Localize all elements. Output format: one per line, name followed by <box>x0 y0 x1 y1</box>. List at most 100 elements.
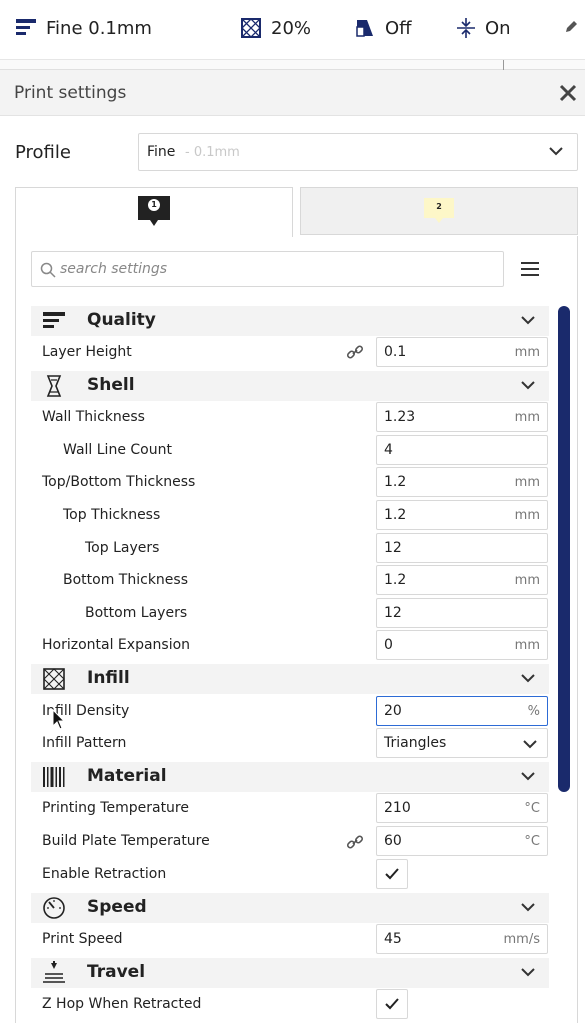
print-speed-field[interactable]: 45 mm/s <box>376 924 548 954</box>
setting-label-top-bottom-thickness: Top/Bottom Thickness <box>42 474 196 490</box>
category-speed-title: Speed <box>87 897 147 917</box>
print-speed-value: 45 <box>384 931 402 947</box>
print-settings-header: Print settings <box>0 70 585 116</box>
search-field[interactable] <box>31 251 504 287</box>
close-icon[interactable] <box>557 82 579 104</box>
category-speed[interactable]: Speed <box>31 893 549 923</box>
support-selector[interactable]: Off <box>355 14 412 42</box>
chevron-down-icon <box>521 674 535 683</box>
setting-label-wall-thickness: Wall Thickness <box>42 409 145 425</box>
chevron-down-icon <box>521 968 535 977</box>
chevron-down-icon <box>549 147 563 156</box>
category-material-title: Material <box>87 766 167 786</box>
hamburger-menu-icon[interactable] <box>519 259 541 279</box>
infill-selector[interactable]: 20% <box>241 14 311 42</box>
top-thickness-unit: mm <box>514 508 540 523</box>
travel-icon <box>43 961 65 983</box>
shell-icon <box>46 375 62 397</box>
wall-thickness-value: 1.23 <box>384 409 416 425</box>
chevron-down-icon <box>521 772 535 781</box>
infill-density-value: 20 <box>384 703 402 719</box>
setting-label-bottom-layers: Bottom Layers <box>85 605 188 621</box>
print-speed-unit: mm/s <box>503 932 540 947</box>
chevron-down-icon <box>523 740 537 749</box>
wall-thickness-field[interactable]: 1.23 mm <box>376 402 548 432</box>
profile-dropdown[interactable]: Fine - 0.1mm <box>138 133 578 171</box>
quality-icon <box>16 19 36 35</box>
infill-icon <box>241 18 261 38</box>
top-layers-field[interactable]: 12 <box>376 533 548 563</box>
wall-thickness-unit: mm <box>514 410 540 425</box>
support-icon <box>356 20 373 37</box>
bottom-thickness-field[interactable]: 1.2 mm <box>376 565 548 595</box>
z-hop-checkbox[interactable] <box>376 989 408 1019</box>
setting-label-print-speed: Print Speed <box>42 931 123 947</box>
top-bottom-thickness-field[interactable]: 1.2 mm <box>376 467 548 497</box>
layer-height-field[interactable]: 0.1 mm <box>376 337 548 367</box>
bottom-layers-value: 12 <box>384 605 402 621</box>
panel-title: Print settings <box>14 83 127 103</box>
setting-label-layer-height: Layer Height <box>42 344 132 360</box>
profile-subtitle: - 0.1mm <box>185 145 240 160</box>
support-selector-label: Off <box>385 17 412 39</box>
top-bottom-thickness-unit: mm <box>514 475 540 490</box>
category-material[interactable]: Material <box>31 762 549 792</box>
bottom-thickness-unit: mm <box>514 573 540 588</box>
setting-label-enable-retraction: Enable Retraction <box>42 866 167 882</box>
profile-selector-label: Fine 0.1mm <box>46 17 152 39</box>
toolbar-divider-strip <box>0 60 585 70</box>
wall-line-count-value: 4 <box>384 442 393 458</box>
adhesion-icon <box>457 18 475 38</box>
profile-label: Profile <box>15 142 71 163</box>
printing-temperature-value: 210 <box>384 800 411 816</box>
chevron-down-icon <box>521 316 535 325</box>
extruder-2-badge: 2 <box>422 196 456 224</box>
build-plate-temperature-unit: °C <box>524 834 540 849</box>
print-setup-toolbar: Fine 0.1mm 20% Off On <box>0 0 585 60</box>
link-icon <box>346 835 364 849</box>
top-bottom-thickness-value: 1.2 <box>384 474 407 490</box>
chevron-down-icon <box>521 381 535 390</box>
build-plate-temperature-field[interactable]: 60 °C <box>376 826 548 856</box>
setting-label-z-hop: Z Hop When Retracted <box>42 996 202 1012</box>
setting-label-wall-line-count: Wall Line Count <box>63 442 172 458</box>
bottom-thickness-value: 1.2 <box>384 572 407 588</box>
category-travel[interactable]: Travel <box>31 958 549 988</box>
profile-selector[interactable]: Fine 0.1mm <box>16 14 152 42</box>
infill-pattern-dropdown[interactable]: Triangles <box>376 728 548 758</box>
setting-label-top-layers: Top Layers <box>85 540 160 556</box>
category-travel-title: Travel <box>87 962 146 982</box>
quality-icon <box>43 312 65 328</box>
layer-height-value: 0.1 <box>384 344 407 360</box>
setting-label-horizontal-expansion: Horizontal Expansion <box>42 637 191 653</box>
category-quality[interactable]: Quality <box>31 306 549 336</box>
material-icon <box>43 767 65 787</box>
enable-retraction-checkbox[interactable] <box>376 859 408 889</box>
mouse-cursor-icon <box>52 709 66 730</box>
top-layers-value: 12 <box>384 540 402 556</box>
top-thickness-field[interactable]: 1.2 mm <box>376 500 548 530</box>
layer-height-unit: mm <box>514 345 540 360</box>
category-quality-title: Quality <box>87 310 156 330</box>
build-plate-temperature-value: 60 <box>384 833 402 849</box>
adhesion-selector-label: On <box>485 17 511 39</box>
category-shell[interactable]: Shell <box>31 371 549 401</box>
settings-scrollbar[interactable] <box>558 306 570 792</box>
extruder-1-badge: 1 <box>136 194 172 230</box>
chevron-down-icon <box>521 903 535 912</box>
horizontal-expansion-field[interactable]: 0 mm <box>376 630 548 660</box>
checkmark-icon <box>385 868 399 880</box>
adhesion-selector[interactable]: On <box>457 14 511 42</box>
category-infill[interactable]: Infill <box>31 664 549 694</box>
infill-density-field[interactable]: 20 % <box>376 696 548 726</box>
search-input[interactable] <box>60 258 490 280</box>
wall-line-count-field[interactable]: 4 <box>376 435 548 465</box>
bottom-layers-field[interactable]: 12 <box>376 598 548 628</box>
setting-label-top-thickness: Top Thickness <box>63 507 161 523</box>
extruder-2-number: 2 <box>436 202 442 211</box>
category-shell-title: Shell <box>87 375 135 395</box>
pencil-icon[interactable] <box>564 20 578 34</box>
infill-icon <box>43 668 65 690</box>
horizontal-expansion-value: 0 <box>384 637 393 653</box>
printing-temperature-field[interactable]: 210 °C <box>376 793 548 823</box>
